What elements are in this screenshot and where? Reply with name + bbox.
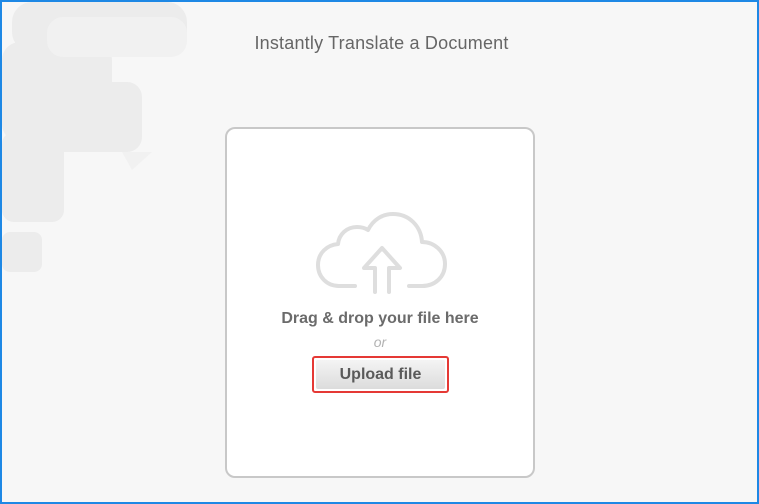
upload-button-highlight: Upload file [312, 356, 449, 393]
or-separator: or [373, 334, 387, 350]
file-drop-zone[interactable]: Drag & drop your file here or Upload fil… [225, 127, 535, 478]
cloud-upload-icon [316, 212, 447, 294]
drag-drop-instruction: Drag & drop your file here [281, 310, 479, 327]
app-frame: Instantly Translate a Document Drag & dr… [0, 0, 759, 504]
page-title: Instantly Translate a Document [254, 33, 509, 53]
upload-file-button[interactable]: Upload file [316, 360, 445, 389]
